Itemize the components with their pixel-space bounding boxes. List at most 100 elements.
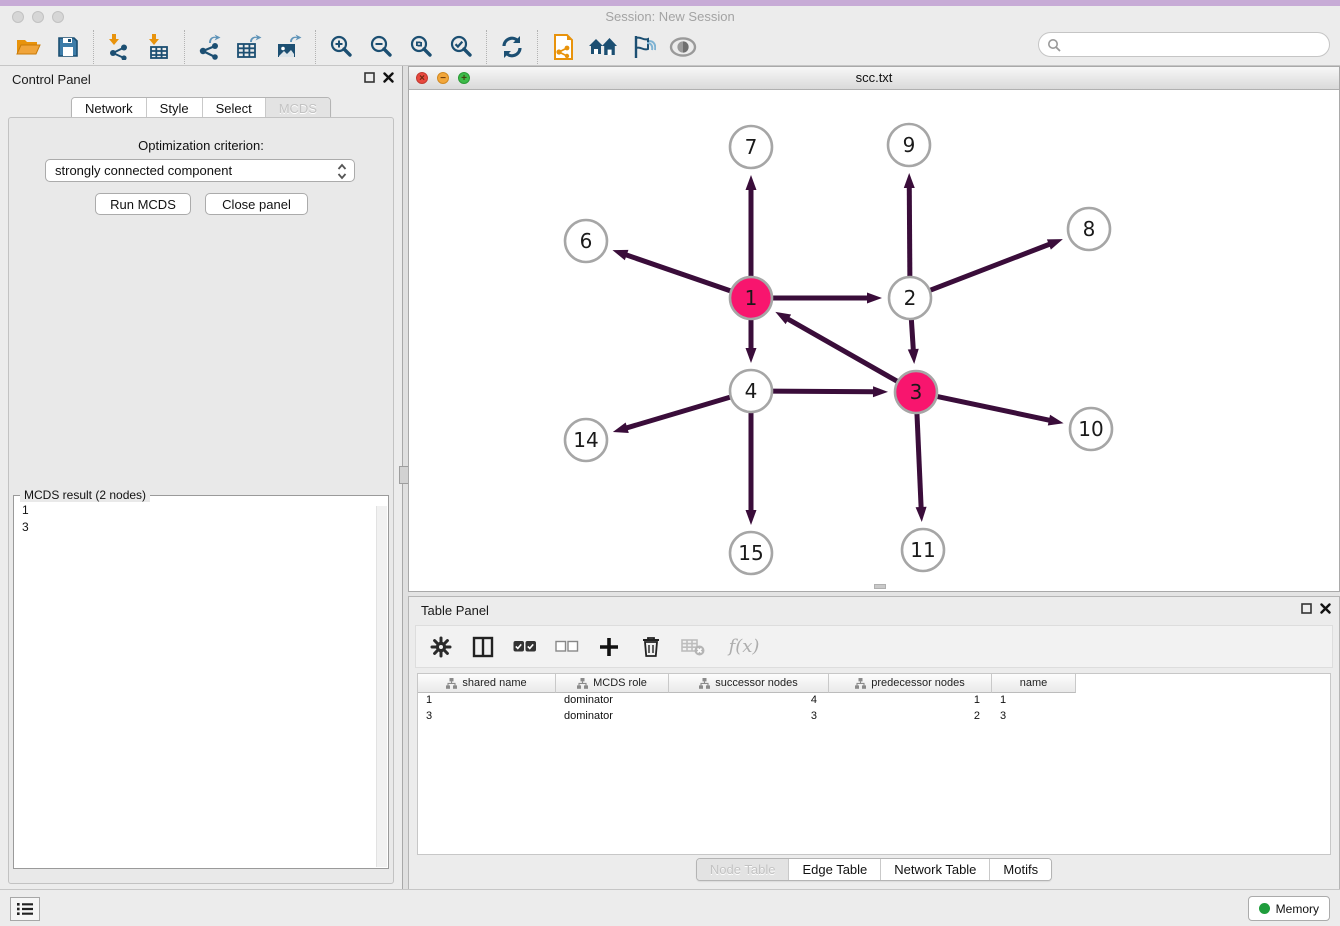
task-history-button[interactable] [10, 897, 40, 921]
graph-node-8[interactable]: 8 [1068, 208, 1110, 250]
graph-node-11[interactable]: 11 [902, 529, 944, 571]
zoom-in-icon [329, 35, 353, 59]
tab-select[interactable]: Select [202, 98, 265, 119]
graph-edge-1-6[interactable] [612, 250, 733, 292]
criterion-dropdown[interactable]: strongly connected component [45, 159, 355, 182]
graph-node-14[interactable]: 14 [565, 419, 607, 461]
column-header-shared-name[interactable]: shared name [418, 674, 556, 693]
show-columns-button[interactable] [470, 634, 496, 660]
dropdown-arrows-icon [337, 163, 347, 180]
save-session-button[interactable] [48, 29, 88, 65]
graph-edge-4-14[interactable] [613, 396, 733, 433]
export-table-button[interactable] [230, 29, 270, 65]
graph-edge-1-4[interactable] [746, 317, 757, 363]
table-cell: 3 [418, 709, 556, 725]
column-header-name[interactable]: name [992, 674, 1076, 693]
graph-node-3[interactable]: 3 [895, 371, 937, 413]
refresh-icon [500, 35, 524, 59]
network-graph-canvas[interactable]: 1 2 3 4 6 7 8 9 10 11 14 15 [409, 89, 1339, 591]
import-network-button[interactable] [99, 29, 139, 65]
search-input[interactable] [1065, 36, 1319, 53]
graph-node-15[interactable]: 15 [730, 532, 772, 574]
table-row[interactable]: 3dominator323 [418, 709, 1330, 725]
graph-node-4[interactable]: 4 [730, 370, 772, 412]
graph-edge-1-7[interactable] [746, 175, 757, 279]
column-header-MCDS-role[interactable]: MCDS role [556, 674, 669, 693]
graph-node-1[interactable]: 1 [730, 277, 772, 319]
export-image-icon [276, 34, 304, 60]
frame-resize-grip[interactable] [874, 584, 886, 589]
node-label: 1 [745, 286, 758, 310]
column-header-label: shared name [462, 677, 526, 689]
create-column-button[interactable] [596, 634, 622, 660]
delete-column-button[interactable] [638, 634, 664, 660]
graph-edge-2-9[interactable] [904, 173, 915, 279]
zoom-selected-icon [449, 35, 473, 59]
graph-edge-3-11[interactable] [916, 411, 927, 522]
tab-edge-table[interactable]: Edge Table [788, 859, 880, 880]
trash-icon [641, 636, 661, 658]
network-from-clipboard-button[interactable] [543, 29, 583, 65]
zoom-in-button[interactable] [321, 29, 361, 65]
columns-icon [472, 636, 494, 658]
graph-edge-3-10[interactable] [935, 396, 1064, 426]
export-network-button[interactable] [190, 29, 230, 65]
column-header-predecessor-nodes[interactable]: predecessor nodes [829, 674, 992, 693]
graph-node-7[interactable]: 7 [730, 126, 772, 168]
deselect-all-rows-button[interactable] [554, 634, 580, 660]
function-builder-button[interactable]: f(x) [722, 634, 766, 660]
close-panel-icon[interactable] [1320, 603, 1331, 614]
gear-icon [430, 636, 452, 658]
tab-style[interactable]: Style [146, 98, 202, 119]
graph-edge-2-3[interactable] [908, 317, 919, 364]
table-row[interactable]: 1dominator411 [418, 693, 1330, 709]
graph-node-9[interactable]: 9 [888, 124, 930, 166]
table-settings-button[interactable] [428, 634, 454, 660]
memory-button[interactable]: Memory [1248, 896, 1330, 921]
import-network-icon [107, 34, 131, 60]
graph-edge-3-1[interactable] [775, 312, 899, 383]
float-panel-icon[interactable] [1301, 603, 1312, 614]
network-frame-titlebar[interactable]: × − + scc.txt [409, 67, 1339, 90]
search-box[interactable] [1038, 32, 1330, 57]
tab-motifs[interactable]: Motifs [989, 859, 1051, 880]
zoom-out-button[interactable] [361, 29, 401, 65]
graph-node-6[interactable]: 6 [565, 220, 607, 262]
tab-network-table[interactable]: Network Table [880, 859, 989, 880]
graph-node-10[interactable]: 10 [1070, 408, 1112, 450]
edge-arrowhead [612, 250, 628, 260]
tab-node-table[interactable]: Node Table [697, 859, 789, 880]
result-scrollbar[interactable] [376, 506, 387, 867]
float-panel-icon[interactable] [364, 72, 375, 83]
refresh-button[interactable] [492, 29, 532, 65]
node-label: 3 [910, 380, 923, 404]
edge-arrowhead [908, 349, 919, 364]
delete-table-button[interactable] [680, 634, 706, 660]
zoom-selected-button[interactable] [441, 29, 481, 65]
graph-edge-4-3[interactable] [770, 386, 888, 397]
node-label: 14 [573, 428, 598, 452]
column-header-successor-nodes[interactable]: successor nodes [669, 674, 829, 693]
open-session-button[interactable] [8, 29, 48, 65]
export-image-button[interactable] [270, 29, 310, 65]
show-graphics-details-button[interactable] [663, 29, 703, 65]
home-icon [588, 36, 618, 58]
graph-edge-2-8[interactable] [928, 239, 1063, 291]
close-panel-button[interactable]: Close panel [205, 193, 308, 215]
graph-edge-1-2[interactable] [770, 293, 882, 304]
graph-node-2[interactable]: 2 [889, 277, 931, 319]
column-header-label: predecessor nodes [871, 677, 965, 689]
column-header-label: successor nodes [715, 677, 798, 689]
graph-edge-4-15[interactable] [746, 410, 757, 525]
home-button[interactable] [583, 29, 623, 65]
run-mcds-button[interactable]: Run MCDS [95, 193, 191, 215]
zoom-fit-button[interactable] [401, 29, 441, 65]
close-panel-icon[interactable] [383, 72, 394, 83]
column-type-icon [855, 678, 866, 689]
tab-network[interactable]: Network [72, 98, 146, 119]
apply-style-button[interactable] [623, 29, 663, 65]
select-all-rows-button[interactable] [512, 634, 538, 660]
workspace: × − + scc.txt 1234678910111415 Table Pan… [408, 66, 1340, 890]
import-table-button[interactable] [139, 29, 179, 65]
tab-mcds[interactable]: MCDS [265, 98, 330, 119]
